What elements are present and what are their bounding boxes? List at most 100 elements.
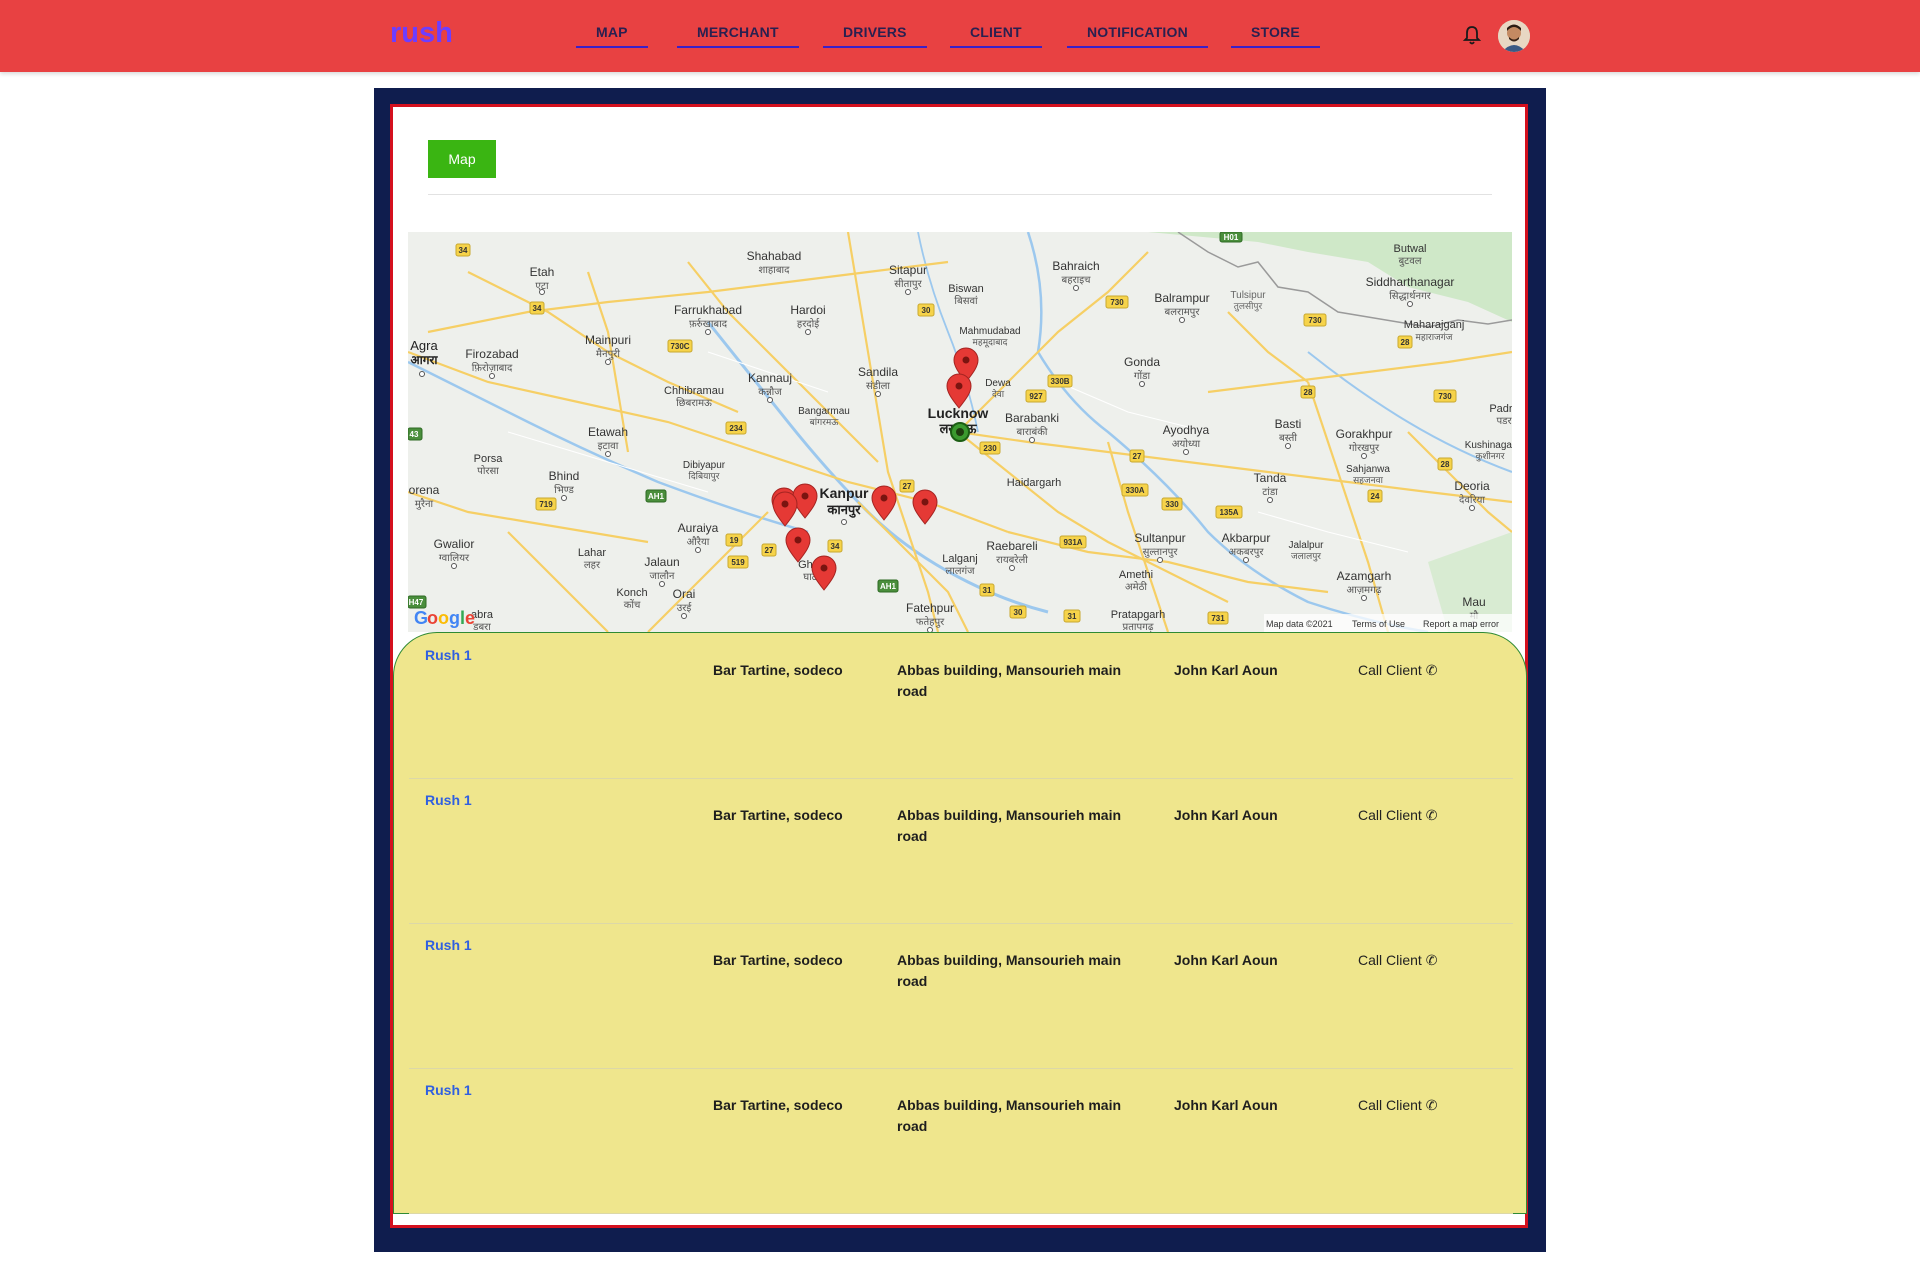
svg-text:731: 731 (1211, 614, 1225, 623)
svg-text:330: 330 (1165, 500, 1179, 509)
svg-text:730: 730 (1110, 298, 1124, 307)
order-row[interactable]: Rush 1 Bar Tartine, sodeco Abbas buildin… (409, 1068, 1513, 1214)
map-city-biswan: Biswan (948, 283, 983, 295)
order-place: Bar Tartine, sodeco (713, 807, 843, 823)
map-city-akbarpur: Akbarpur (1222, 531, 1271, 545)
svg-text:931A: 931A (1063, 538, 1082, 547)
map-city-basti: Basti (1275, 417, 1302, 431)
map-city-porsa: Porsa (474, 453, 504, 465)
order-client: John Karl Aoun (1174, 952, 1278, 968)
svg-text:234: 234 (729, 424, 743, 433)
order-address: Abbas building, Mansourieh main road (897, 807, 1122, 844)
svg-text:28: 28 (1304, 388, 1313, 397)
order-row[interactable]: Rush 1 Bar Tartine, sodeco Abbas buildin… (409, 778, 1513, 924)
map-city-gorakhpur: Gorakhpur (1336, 427, 1393, 441)
map-city-fatehpur: Fatehpur (906, 601, 954, 615)
svg-text:बलरामपुर: बलरामपुर (1165, 307, 1201, 318)
map-tab-button[interactable]: Map (428, 140, 496, 178)
order-row[interactable]: Rush 1 Bar Tartine, sodeco Abbas buildin… (409, 633, 1513, 779)
svg-text:कन्नौज: कन्नौज (758, 386, 782, 398)
order-row[interactable]: Rush 1 Bar Tartine, sodeco Abbas buildin… (409, 923, 1513, 1069)
order-place: Bar Tartine, sodeco (713, 662, 843, 678)
svg-text:34: 34 (831, 542, 840, 551)
order-name[interactable]: Rush 1 (425, 790, 472, 811)
svg-text:34: 34 (533, 304, 542, 313)
map-city-tulsipur: Tulsipur (1230, 290, 1266, 301)
order-place: Bar Tartine, sodeco (713, 1097, 843, 1113)
svg-text:आज़मगढ़: आज़मगढ़ (1347, 585, 1382, 596)
call-client-label[interactable]: Call Client (1358, 952, 1422, 968)
order-address: Abbas building, Mansourieh main road (897, 1097, 1122, 1134)
nav-client[interactable]: CLIENT (950, 24, 1042, 48)
map-city-sahjanwa: Sahjanwa (1346, 464, 1390, 475)
map-city-firozabad: Firozabad (465, 347, 518, 361)
top-nav-bar: rush MAP MERCHANT DRIVERS CLIENT NOTIFIC… (0, 0, 1920, 72)
map-city-tanda: Tanda (1254, 471, 1287, 485)
svg-text:जालौन: जालौन (650, 570, 675, 582)
svg-text:फतेहपुर: फतेहपुर (916, 616, 945, 628)
svg-text:देवा: देवा (992, 388, 1005, 399)
svg-text:बांगरमऊ: बांगरमऊ (810, 417, 840, 427)
svg-text:19: 19 (730, 536, 739, 545)
map-city-raebareli: Raebareli (986, 539, 1037, 553)
svg-text:मुरैना: मुरैना (415, 498, 434, 510)
svg-text:730: 730 (1438, 392, 1452, 401)
map-city-deoria: Deoria (1454, 479, 1490, 493)
map-city-lahar: Lahar (578, 547, 606, 559)
map-city-morena: orena (409, 483, 440, 497)
call-client-link[interactable]: Call Client ✆ (1358, 660, 1437, 681)
nav-drivers[interactable]: DRIVERS (823, 24, 927, 48)
map-marker-current (950, 422, 970, 442)
call-client-link[interactable]: Call Client ✆ (1358, 950, 1437, 971)
map-city-gonda: Gonda (1124, 355, 1160, 369)
nav-notification[interactable]: NOTIFICATION (1067, 24, 1208, 48)
map-city-sitapur: Sitapur (889, 263, 927, 277)
bell-icon[interactable] (1462, 24, 1482, 46)
svg-text:कुशीनगर: कुशीनगर (1475, 450, 1505, 462)
svg-text:सीतापुर: सीतापुर (894, 278, 922, 290)
svg-text:पोरसा: पोरसा (477, 465, 499, 477)
order-name[interactable]: Rush 1 (425, 1080, 472, 1101)
svg-text:रायबरेली: रायबरेली (996, 554, 1028, 566)
order-client: John Karl Aoun (1174, 807, 1278, 823)
nav-map[interactable]: MAP (576, 24, 648, 48)
order-client: John Karl Aoun (1174, 1097, 1278, 1113)
map-city-shahabad: Shahabad (747, 249, 802, 263)
svg-text:o: o (438, 608, 449, 628)
svg-text:H01: H01 (1224, 233, 1239, 242)
svg-text:महाराजगंज: महाराजगंज (1416, 332, 1453, 342)
user-avatar[interactable] (1498, 20, 1530, 52)
call-client-label[interactable]: Call Client (1358, 662, 1422, 678)
svg-text:330B: 330B (1050, 377, 1069, 386)
map-city-kushinagar: Kushinagar (1465, 440, 1512, 451)
orders-list: Rush 1 Bar Tartine, sodeco Abbas buildin… (393, 632, 1527, 1214)
map-city-hardoi: Hardoi (790, 303, 825, 317)
svg-text:हरदोई: हरदोई (797, 318, 820, 330)
nav-merchant[interactable]: MERCHANT (677, 24, 799, 48)
svg-text:43: 43 (410, 430, 419, 439)
call-client-link[interactable]: Call Client ✆ (1358, 805, 1437, 826)
order-name[interactable]: Rush 1 (425, 935, 472, 956)
phone-icon: ✆ (1425, 807, 1438, 823)
map-city-etawah: Etawah (588, 425, 628, 439)
map-city-haidargarh: Haidargarh (1007, 477, 1061, 489)
map-city-amethi: Amethi (1119, 569, 1153, 581)
map-view[interactable]: 34 34 730C 30 730 730 28 330B 927 28 730… (408, 232, 1512, 632)
map-city-orai: Orai (673, 587, 696, 601)
svg-text:पडर: पडर (1496, 416, 1512, 427)
svg-text:230: 230 (983, 444, 997, 453)
nav-store[interactable]: STORE (1231, 24, 1320, 48)
order-name[interactable]: Rush 1 (425, 645, 472, 666)
svg-text:इटावा: इटावा (598, 441, 619, 452)
map-city-bhind: Bhind (549, 469, 580, 483)
svg-text:लहर: लहर (584, 560, 601, 571)
call-client-link[interactable]: Call Client ✆ (1358, 1095, 1437, 1116)
call-client-label[interactable]: Call Client (1358, 807, 1422, 823)
call-client-label[interactable]: Call Client (1358, 1097, 1422, 1113)
svg-text:मैनपुरी: मैनपुरी (596, 348, 620, 360)
brand-logo[interactable]: rush (390, 17, 453, 50)
svg-text:अमेठी: अमेठी (1125, 581, 1147, 593)
svg-text:519: 519 (731, 558, 745, 567)
map-city-sultanpur: Sultanpur (1134, 531, 1185, 545)
map-city-jalaun: Jalaun (644, 555, 679, 569)
